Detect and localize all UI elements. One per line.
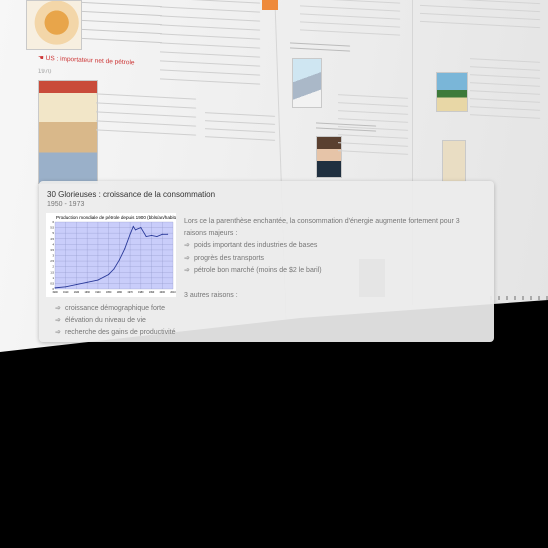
data-point [129,233,131,235]
data-point [151,234,153,236]
y-tick-label: 5 [53,231,55,235]
event-title[interactable]: ☚ US : importateur net de pétrole [38,53,135,66]
other-reasons-label: 3 autres raisons : [184,292,238,299]
reason-item: ➾ pétrole bon marché (moins de $2 le bari… [184,267,322,274]
x-tick-label: 1900 [52,291,58,294]
reason-item: ➾ progrès des transports [184,255,265,262]
x-tick-label: 1950 [106,291,112,294]
blurred-text-block [160,0,260,93]
route-map-thumbnail[interactable] [292,58,322,108]
data-point [140,227,142,229]
data-point [134,229,136,231]
arrow-bullet-icon: ➾ [184,255,190,262]
data-point [113,268,115,270]
popup-title: 30 Glorieuses : croissance de la consomm… [47,190,216,199]
arrow-bullet-icon: ➾ [55,317,61,324]
data-point [156,236,158,238]
y-tick-label: 1 [53,276,55,280]
page: ☚ US : importateur net de pétrole 1970 3… [0,0,548,548]
data-point [54,287,56,289]
blurred-text-block [470,58,540,122]
x-tick-label: 1940 [95,291,101,294]
other-reason-item: ➾ croissance démographique forte [55,305,166,312]
chart-title: Production mondiale de pétrole depuis 19… [56,215,176,220]
x-tick-label: 2000 [160,291,166,294]
y-tick-label: 6 [53,220,55,224]
blurred-text-block [338,94,408,158]
other-reason-item: ➾ recherche des gains de productivité [55,329,176,336]
data-point [161,233,163,235]
data-point [118,259,120,261]
popup-description: Lors ce la parenthèse enchantée, la cons… [184,218,460,237]
x-tick-label: 1960 [117,291,123,294]
oil-production-chart: Production mondiale de pétrole depuis 19… [46,213,176,297]
y-tick-label: 4.5 [50,237,54,241]
x-tick-label: 2010 [170,291,176,294]
arrow-bullet-icon: ➾ [184,242,190,249]
data-point [86,281,88,283]
blurred-text-block [420,0,540,34]
blurred-text-block [300,0,400,43]
thumbnail-image[interactable] [262,0,278,10]
y-tick-label: 2.5 [50,259,54,263]
blurred-text-block [96,93,196,139]
blurred-text-block [82,1,162,47]
y-tick-label: 1.5 [50,270,54,274]
data-point [108,273,110,275]
y-tick-label: 2 [53,265,55,269]
data-point [65,286,67,288]
blurred-text-block [205,112,275,146]
arrow-bullet-icon: ➾ [55,305,61,312]
blurred-text-block [290,42,350,56]
arrow-bullet-icon: ➾ [55,329,61,336]
timeline-scale [490,296,548,300]
x-tick-label: 1970 [127,291,133,294]
x-tick-label: 1990 [149,291,155,294]
data-point [97,279,99,281]
data-point [145,236,147,238]
x-tick-label: 1920 [74,291,80,294]
y-tick-label: 5.5 [50,226,54,230]
map-thumbnail[interactable] [26,0,82,50]
data-point [75,284,77,286]
event-year: 1970 [38,68,52,76]
x-tick-label: 1980 [138,291,144,294]
y-tick-label: 4 [53,242,55,246]
y-tick-label: 3.5 [50,248,54,252]
data-point [167,233,169,235]
faded-image [359,259,385,297]
other-reason-item: ➾ élévation du niveau de vie [55,317,146,324]
event-detail-popup[interactable]: 30 Glorieuses : croissance de la consomm… [39,181,494,342]
x-tick-label: 1910 [63,291,69,294]
reason-item: ➾ poids important des industries de bases [184,242,318,249]
y-tick-label: 3 [53,254,55,258]
y-tick-label: 0.5 [50,281,54,285]
document-thumbnail[interactable] [442,140,466,182]
data-point [124,248,126,250]
arrow-bullet-icon: ➾ [184,267,190,274]
x-axis-ticks: 1900 1910 1920 1930 1940 1950 1960 1970 1980 1990… [52,291,176,294]
cartoon-thumbnail[interactable] [38,80,98,184]
landscape-thumbnail[interactable] [436,72,468,112]
popup-period: 1950 - 1973 [47,201,85,208]
data-point [132,225,134,227]
y-axis-ticks: 00.511.522.533.544.555.56 [50,220,54,291]
x-tick-label: 1930 [85,291,91,294]
